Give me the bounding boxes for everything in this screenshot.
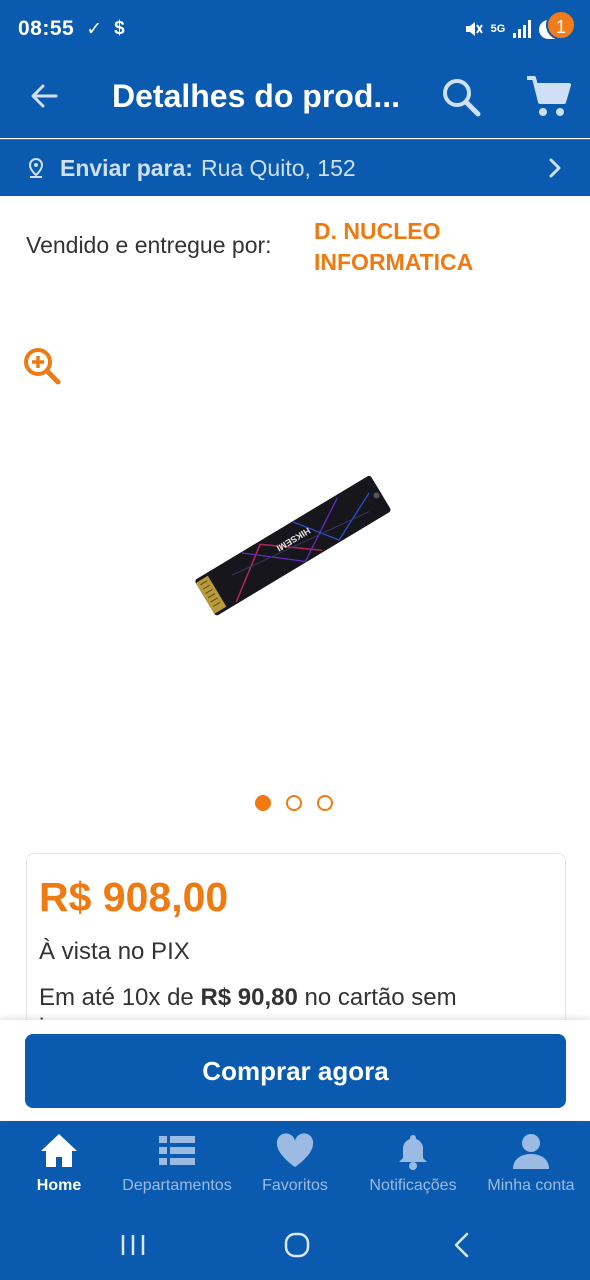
cart-icon[interactable] <box>524 72 572 120</box>
delivery-address-bar[interactable]: Enviar para: Rua Quito, 152 <box>0 139 590 196</box>
cart-badge[interactable]: 1 <box>546 10 576 40</box>
seller-info: Vendido e entregue por: D. NUCLEO INFORM… <box>26 216 566 282</box>
home-circle-icon[interactable] <box>284 1232 310 1258</box>
product-image[interactable]: HIKSEMI <box>185 470 400 620</box>
status-time: 08:55 <box>18 17 75 40</box>
product-price: R$ 908,00 <box>39 874 229 920</box>
chevron-right-icon <box>549 158 561 178</box>
user-icon <box>513 1134 549 1169</box>
app-bar: Detalhes do prod... <box>0 58 590 138</box>
dollar-icon: $ <box>114 18 125 39</box>
network-type: 5G <box>490 23 506 35</box>
nav-label-home: Home <box>36 1177 82 1194</box>
system-nav-bar <box>0 1211 590 1280</box>
buy-bar: Comprar agora <box>0 1020 590 1120</box>
list-icon <box>159 1136 195 1165</box>
installments-prefix: Em até 10x de <box>39 984 194 1011</box>
back-arrow-icon[interactable] <box>26 78 62 114</box>
delivery-label: Enviar para: <box>60 154 193 181</box>
nav-label-minha-conta: Minha conta <box>487 1177 575 1194</box>
search-icon[interactable] <box>440 76 482 118</box>
zoom-in-icon[interactable] <box>22 346 62 386</box>
check-icon: ✓ <box>86 18 103 40</box>
nav-item-departamentos[interactable]: Departamentos <box>118 1121 236 1211</box>
bell-icon <box>399 1135 427 1170</box>
nav-label-notificacoes: Notificações <box>369 1177 457 1194</box>
carousel-dot-3[interactable] <box>317 795 333 811</box>
seller-name-link[interactable]: D. NUCLEO INFORMATICA <box>314 216 534 278</box>
page-title: Detalhes do prod... <box>112 78 401 114</box>
nav-item-notificacoes[interactable]: Notificações <box>354 1121 472 1211</box>
heart-icon <box>276 1133 314 1167</box>
installments-value: R$ 90,80 <box>200 984 298 1011</box>
signal-icon <box>513 20 532 38</box>
carousel-dot-2[interactable] <box>286 795 302 811</box>
nav-item-minha-conta[interactable]: Minha conta <box>472 1121 590 1211</box>
delivery-address: Rua Quito, 152 <box>200 154 356 181</box>
installments-text: Em até 10x de R$ 90,80 no cartão sem <box>39 984 457 1012</box>
carousel-indicator <box>255 795 333 811</box>
status-bar: 08:55 ✓ $ 5G 72 <box>0 0 590 58</box>
nav-label-departamentos: Departamentos <box>122 1177 232 1194</box>
pix-label: À vista no PIX <box>39 938 190 965</box>
nav-item-home[interactable]: Home <box>0 1121 118 1211</box>
seller-prefix: Vendido e entregue por: <box>26 232 272 258</box>
bottom-nav: Home Departamentos Favoritos Notificaçõe… <box>0 1121 590 1211</box>
nav-label-favoritos: Favoritos <box>262 1177 328 1194</box>
system-back-icon[interactable] <box>452 1231 472 1259</box>
nav-item-favoritos[interactable]: Favoritos <box>236 1121 354 1211</box>
carousel-dot-1[interactable] <box>255 795 271 811</box>
installments-suffix: no cartão sem <box>304 984 457 1011</box>
buy-now-button[interactable]: Comprar agora <box>25 1034 566 1108</box>
home-icon <box>41 1134 77 1167</box>
recents-icon[interactable] <box>120 1233 146 1257</box>
mute-icon <box>465 22 483 36</box>
location-pin-icon <box>28 157 44 178</box>
